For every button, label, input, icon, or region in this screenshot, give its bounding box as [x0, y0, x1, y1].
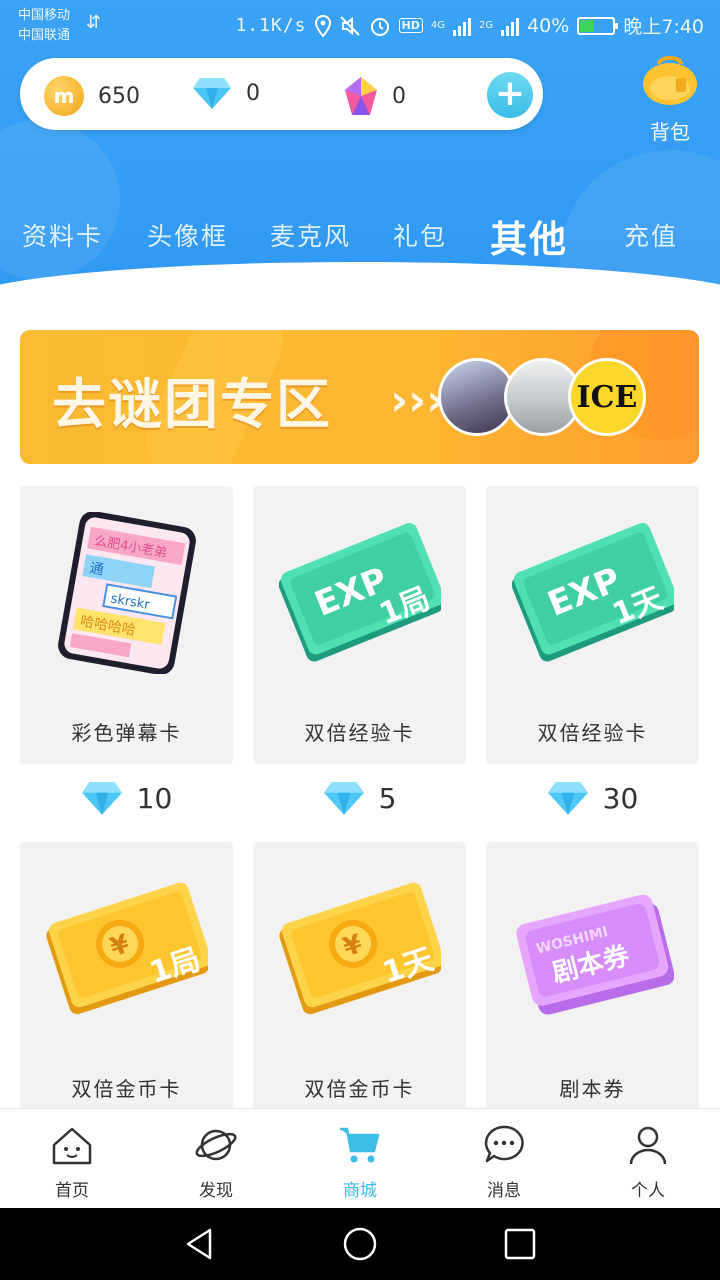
system-navigation-bar	[0, 1208, 720, 1280]
tab-gift-pack[interactable]: 礼包	[393, 217, 447, 253]
coin-icon: m	[44, 76, 84, 116]
nav-label: 个人	[631, 1181, 665, 1201]
exp-card-1-day-icon: EXP 1天	[512, 522, 674, 662]
exp-card-1-round-icon: EXP 1局	[279, 522, 441, 662]
product-name: 双倍经验卡	[304, 721, 415, 745]
product-name: 双倍金币卡	[304, 1077, 415, 1101]
signal-icon	[501, 16, 520, 36]
nav-label: 商城	[343, 1181, 377, 1201]
diamond-amount: 0	[246, 80, 260, 106]
svg-text:通: 通	[88, 560, 105, 578]
product-card-danmaku[interactable]: 么肥4小老弟 通 skrskr 哈哈哈哈 彩色弹幕卡	[20, 486, 233, 764]
hd-icon: HD	[398, 18, 423, 33]
product-price: 5	[253, 776, 466, 820]
person-icon	[629, 1126, 667, 1165]
net-type-2: 2G	[478, 20, 494, 31]
coin-balance: m 650	[44, 76, 140, 116]
diamond-icon	[193, 78, 231, 109]
price-value: 30	[602, 781, 639, 815]
backpack-button[interactable]: 背包	[640, 50, 700, 145]
crystal-icon	[345, 77, 377, 115]
carrier-2: 中国联通	[18, 28, 71, 43]
nav-discover[interactable]: 发现	[166, 1123, 266, 1201]
tab-avatar-frame[interactable]: 头像框	[147, 217, 228, 253]
mute-icon	[339, 15, 360, 36]
tab-microphone[interactable]: 麦克风	[270, 217, 351, 253]
diamond-icon	[323, 782, 364, 815]
cart-icon	[340, 1127, 380, 1163]
carrier-info: 中国移动 中国联通	[18, 6, 70, 46]
home-icon	[52, 1127, 92, 1165]
nav-label: 消息	[487, 1181, 521, 1201]
price-value: 5	[378, 781, 397, 815]
back-icon[interactable]	[182, 1226, 218, 1262]
recents-icon[interactable]	[502, 1226, 538, 1262]
price-value: 10	[136, 781, 173, 815]
crystal-amount: 0	[392, 83, 406, 109]
danmaku-card-icon: 么肥4小老弟 通 skrskr 哈哈哈哈	[58, 512, 196, 674]
product-price: 10	[20, 776, 233, 820]
location-icon	[314, 14, 331, 37]
mystery-zone-banner[interactable]: 去谜团专区 ››› ICE	[20, 330, 699, 464]
banner-title: 去谜团专区	[52, 373, 332, 436]
product-name: 彩色弹幕卡	[71, 721, 182, 745]
clock: 晚上7:40	[623, 16, 704, 38]
category-tabs: 资料卡 头像框 麦克风 礼包 其他 充值	[0, 205, 720, 265]
tab-other[interactable]: 其他	[490, 209, 568, 263]
battery-percent: 40%	[527, 14, 570, 37]
diamond-icon	[81, 782, 122, 815]
nav-label: 发现	[199, 1181, 233, 1201]
product-card-coin-round[interactable]: ¥ 1局 双倍金币卡	[20, 842, 233, 1120]
product-card-exp-round[interactable]: EXP 1局 双倍经验卡	[253, 486, 466, 764]
tab-profile-card[interactable]: 资料卡	[22, 217, 103, 253]
tab-recharge[interactable]: 充值	[624, 217, 678, 253]
crystal-balance: 0	[344, 76, 406, 116]
net-type-1: 4G	[430, 20, 445, 31]
chat-icon	[484, 1125, 524, 1163]
product-card-exp-day[interactable]: EXP 1天 双倍经验卡	[486, 486, 699, 764]
bottom-navigation: 首页 发现 商城 消息 个人	[0, 1108, 720, 1208]
network-speed: 1.1K/s	[235, 15, 307, 36]
coin-card-1-day-icon: ¥ 1天	[279, 882, 441, 1015]
alarm-icon	[370, 17, 389, 36]
status-bar: 中国移动 中国联通 ⇵ 1.1K/s HD 4G 2G 40% 晚上7:40	[0, 0, 720, 52]
product-name: 剧本券	[559, 1077, 626, 1101]
product-name: 双倍经验卡	[537, 721, 648, 745]
backpack-label: 背包	[650, 120, 690, 144]
carrier-1: 中国移动	[18, 8, 71, 23]
nav-home[interactable]: 首页	[22, 1123, 122, 1201]
product-card-coin-day[interactable]: ¥ 1天 双倍金币卡	[253, 842, 466, 1120]
coin-card-1-round-icon: ¥ 1局	[46, 882, 208, 1015]
nav-profile[interactable]: 个人	[598, 1123, 698, 1201]
diamond-icon	[547, 782, 588, 815]
coin-amount: 650	[98, 83, 140, 109]
banner-arrow-icon: ›››	[390, 375, 445, 426]
nav-shop[interactable]: 商城	[310, 1123, 410, 1201]
home-circle-icon[interactable]	[342, 1226, 378, 1262]
product-card-script-ticket[interactable]: WOSHIMI 剧本券 剧本券	[486, 842, 699, 1120]
nav-label: 首页	[55, 1181, 89, 1201]
backpack-icon	[643, 56, 697, 105]
nav-messages[interactable]: 消息	[454, 1123, 554, 1201]
script-ticket-icon: WOSHIMI 剧本券	[516, 894, 674, 1015]
product-price: 30	[486, 776, 699, 820]
battery-icon	[577, 16, 619, 35]
signal-icon	[452, 16, 471, 36]
status-icons: 1.1K/s HD 4G 2G 40% 晚上7:40	[235, 12, 704, 39]
avatar: ICE	[568, 358, 646, 436]
usb-icon: ⇵	[86, 12, 102, 33]
recharge-plus-button[interactable]: +	[487, 72, 533, 118]
diamond-balance: 0	[192, 76, 260, 110]
planet-icon	[195, 1129, 237, 1161]
wallet-bar: m 650 0 0 +	[20, 58, 543, 130]
product-name: 双倍金币卡	[71, 1077, 182, 1101]
